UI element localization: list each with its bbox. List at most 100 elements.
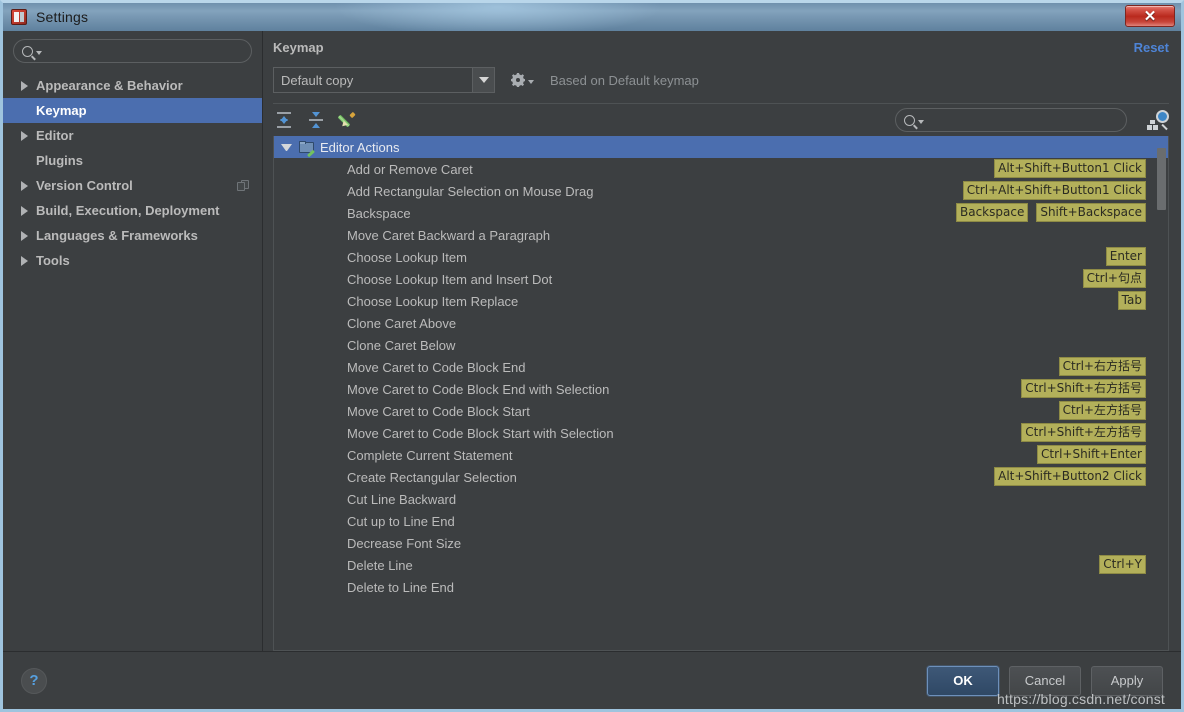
tree-action-row[interactable]: Clone Caret Below [274,334,1168,356]
tree-action-row[interactable]: Cut Line Backward [274,488,1168,510]
keymap-tree: Editor Actions Add or Remove Caret Alt+Shi… [274,136,1168,598]
chevron-down-icon [528,80,534,84]
ok-button[interactable]: OK [927,665,999,696]
shortcut-badge[interactable]: Backspace [955,203,1029,222]
close-button[interactable]: ✕ [1125,5,1175,27]
tree-action-row[interactable]: Delete Line Ctrl+Y [274,554,1168,576]
shortcut-badge[interactable]: Ctrl+右方括号 [1058,357,1146,376]
sidebar-item-keymap[interactable]: Keymap [3,98,262,123]
shortcut-badge[interactable]: Alt+Shift+Button2 Click [994,467,1146,486]
tree-action-row[interactable]: Delete to Line End [274,576,1168,598]
expand-arrow-icon[interactable] [21,80,28,91]
tree-scrollbar-thumb[interactable] [1157,148,1166,210]
tree-action-label: Add Rectangular Selection on Mouse Drag [347,183,594,199]
tree-action-row[interactable]: Move Caret to Code Block Start with Sele… [274,422,1168,444]
expand-arrow-icon[interactable] [21,255,28,266]
sidebar-item-label: Languages & Frameworks [36,228,198,243]
tree-action-label: Cut up to Line End [347,513,455,529]
dialog-content: Appearance & Behavior Keymap Editor Plugins… [3,31,1181,651]
tree-action-row[interactable]: Backspace Backspace Shift+Backspace [274,202,1168,224]
settings-sidebar: Appearance & Behavior Keymap Editor Plugins… [3,31,263,651]
tree-action-row[interactable]: Create Rectangular Selection Alt+Shift+Bu… [274,466,1168,488]
tree-action-label: Decrease Font Size [347,535,462,551]
tree-action-label: Move Caret to Code Block Start [347,403,530,419]
keymap-settings-button[interactable] [511,73,534,87]
tree-action-row[interactable]: Complete Current Statement Ctrl+Shift+Ent… [274,444,1168,466]
tree-action-row[interactable]: Move Caret to Code Block Start Ctrl+左方括号 [274,400,1168,422]
sidebar-item-version-control[interactable]: Version Control [3,173,262,198]
sidebar-item-editor[interactable]: Editor [3,123,262,148]
expand-all-icon [276,112,292,128]
help-button[interactable]: ? [21,667,47,694]
expand-arrow-icon[interactable] [21,230,28,241]
sidebar-item-plugins[interactable]: Plugins [3,148,262,173]
sidebar-item-appearance-behavior[interactable]: Appearance & Behavior [3,73,262,98]
panel-header: Keymap Reset [273,31,1181,63]
shortcut-badge[interactable]: Ctrl+Shift+Enter [1037,445,1146,464]
question-mark-icon: ? [29,672,39,689]
shortcut-badge[interactable]: Ctrl+Shift+左方括号 [1021,423,1146,442]
collapse-triangle-icon[interactable] [281,143,292,151]
tree-action-row[interactable]: Add or Remove Caret Alt+Shift+Button1 Cli… [274,158,1168,180]
collapse-all-button[interactable] [305,109,327,131]
keymap-search-box[interactable] [895,108,1127,132]
shortcut-list: Alt+Shift+Button2 Click [994,467,1146,486]
sidebar-item-build-execution-deployment[interactable]: Build, Execution, Deployment [3,198,262,223]
chevron-down-icon [918,119,924,124]
cancel-button[interactable]: Cancel [1009,665,1081,696]
expand-arrow-icon[interactable] [21,180,28,191]
tree-group-row[interactable]: Editor Actions [274,136,1168,158]
apply-button[interactable]: Apply [1091,665,1163,696]
shortcut-list: Ctrl+右方括号 [1058,357,1146,376]
tree-action-label: Move Caret Backward a Paragraph [347,227,551,243]
tree-action-row[interactable]: Move Caret to Code Block End with Select… [274,378,1168,400]
keymap-select-arrow[interactable] [472,68,494,92]
shortcut-list: Ctrl+Shift+Enter [1037,445,1146,464]
reset-link[interactable]: Reset [1134,40,1169,55]
tree-action-row[interactable]: Cut up to Line End [274,510,1168,532]
tree-action-row[interactable]: Choose Lookup Item Enter [274,246,1168,268]
shortcut-list: Backspace Shift+Backspace [955,203,1146,222]
sidebar-search-box[interactable] [13,39,252,63]
expand-arrow-icon[interactable] [21,205,28,216]
shortcut-badge[interactable]: Shift+Backspace [1036,203,1146,222]
copy-icon [237,179,250,192]
shortcut-badge[interactable]: Tab [1117,291,1146,310]
tree-toolbar [273,104,1181,136]
apply-button-label: Apply [1110,673,1144,688]
tree-action-label: Clone Caret Above [347,315,457,331]
sidebar-item-label: Build, Execution, Deployment [36,203,220,218]
shortcut-list: Ctrl+Shift+左方括号 [1021,423,1146,442]
keymap-search-input[interactable] [929,109,1118,131]
shortcut-badge[interactable]: Ctrl+左方括号 [1058,401,1146,420]
keymap-select[interactable]: Default copy [273,67,495,93]
shortcut-badge[interactable]: Enter [1105,247,1146,266]
tree-action-row[interactable]: Add Rectangular Selection on Mouse Drag C… [274,180,1168,202]
chevron-down-icon [36,50,42,55]
tree-action-label: Choose Lookup Item [347,249,467,265]
expand-arrow-icon[interactable] [21,130,28,141]
shortcut-badge[interactable]: Ctrl+句点 [1082,269,1146,288]
tree-action-row[interactable]: Decrease Font Size [274,532,1168,554]
shortcut-badge[interactable]: Ctrl+Shift+右方括号 [1021,379,1146,398]
edit-shortcut-button[interactable] [337,109,359,131]
shortcut-badge[interactable]: Ctrl+Y [1099,555,1146,574]
tree-action-row[interactable]: Clone Caret Above [274,312,1168,334]
title-bar: Settings ✕ [3,3,1181,31]
expand-all-button[interactable] [273,109,295,131]
sidebar-item-languages-frameworks[interactable]: Languages & Frameworks [3,223,262,248]
tree-action-label: Backspace [347,205,411,221]
keymap-selector-row: Default copy Based on Default keymap [273,63,1181,97]
shortcut-badge[interactable]: Alt+Shift+Button1 Click [994,159,1146,178]
sidebar-search-input[interactable] [47,40,243,62]
tree-action-row[interactable]: Move Caret Backward a Paragraph [274,224,1168,246]
tree-action-row[interactable]: Move Caret to Code Block End Ctrl+右方括号 [274,356,1168,378]
tree-action-row[interactable]: Choose Lookup Item and Insert Dot Ctrl+句点 [274,268,1168,290]
find-by-shortcut-icon[interactable] [1147,110,1169,131]
sidebar-item-label: Version Control [36,178,133,193]
keymap-panel: Keymap Reset Default copy Based on Defau… [263,31,1181,651]
sidebar-item-label: Editor [36,128,74,143]
shortcut-badge[interactable]: Ctrl+Alt+Shift+Button1 Click [962,181,1146,200]
tree-action-row[interactable]: Choose Lookup Item Replace Tab [274,290,1168,312]
sidebar-item-tools[interactable]: Tools [3,248,262,273]
